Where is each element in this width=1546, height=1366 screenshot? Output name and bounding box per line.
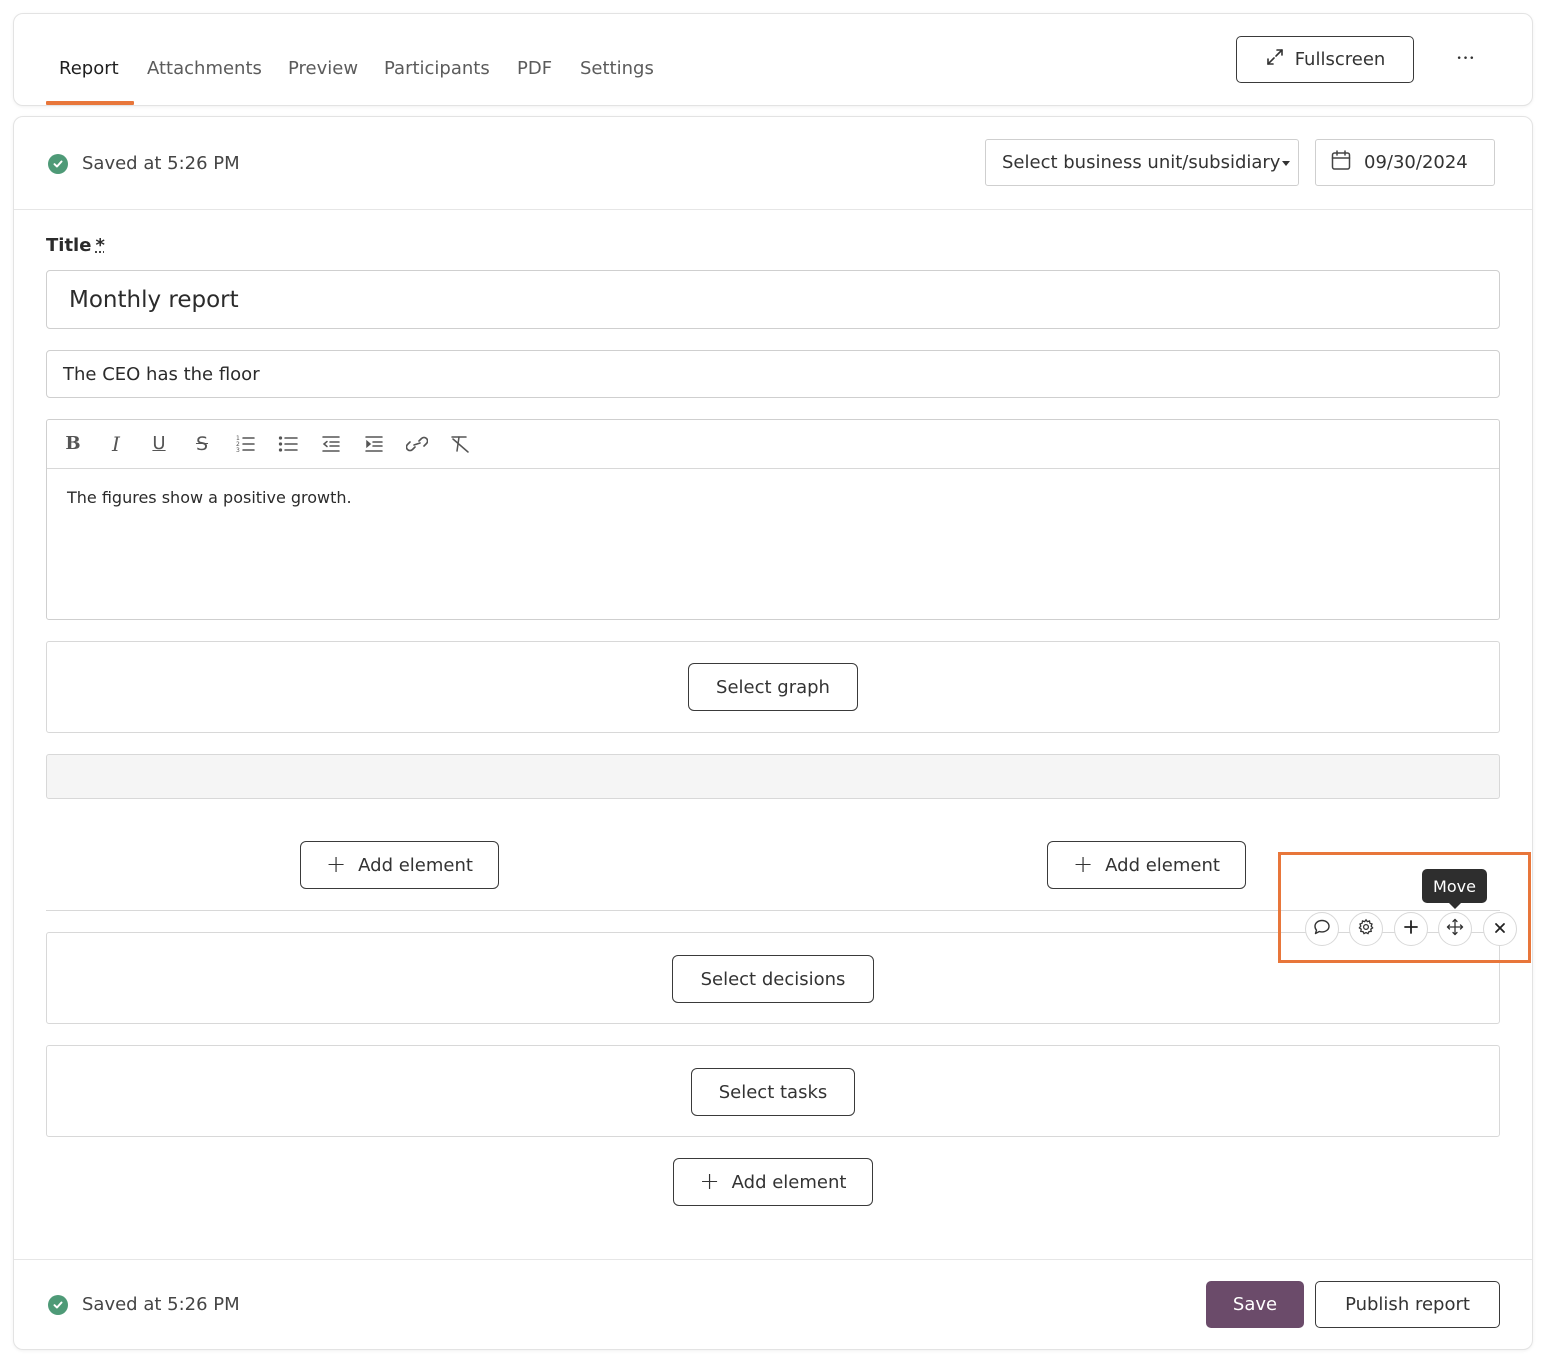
graph-block: Select graph bbox=[46, 641, 1500, 733]
add-element-label: Add element bbox=[358, 854, 473, 876]
element-settings-button[interactable] bbox=[1349, 912, 1383, 946]
tab-report[interactable]: Report bbox=[59, 60, 119, 78]
calendar-icon bbox=[1330, 149, 1352, 176]
date-picker[interactable]: 09/30/2024 bbox=[1315, 139, 1495, 186]
title-label: Title * bbox=[46, 235, 105, 256]
editor-toolbar: B I U S 1 2 3 bbox=[47, 420, 1499, 469]
settings-icon bbox=[1357, 918, 1375, 940]
title-label-text: Title bbox=[46, 235, 92, 256]
close-icon bbox=[1493, 920, 1507, 939]
indent-icon[interactable] bbox=[362, 432, 386, 456]
bold-icon[interactable]: B bbox=[61, 432, 85, 456]
move-icon bbox=[1446, 918, 1464, 940]
add-element-button-bottom[interactable]: + Add element bbox=[673, 1158, 873, 1206]
select-graph-button[interactable]: Select graph bbox=[688, 663, 858, 711]
clear-format-icon[interactable] bbox=[448, 432, 472, 456]
tasks-block: Select tasks bbox=[46, 1045, 1500, 1137]
plus-icon: + bbox=[699, 1167, 720, 1195]
business-unit-value: Select business unit/subsidiary bbox=[1002, 152, 1281, 173]
link-icon[interactable] bbox=[405, 432, 429, 456]
title-input-value: Monthly report bbox=[69, 286, 239, 313]
add-element-label: Add element bbox=[1105, 854, 1220, 876]
add-element-button-right[interactable]: + Add element bbox=[1047, 841, 1246, 889]
rich-text-editor[interactable]: B I U S 1 2 3 The figures show a positiv… bbox=[46, 419, 1500, 620]
header-divider bbox=[14, 209, 1532, 210]
tab-pdf[interactable]: PDF bbox=[517, 60, 552, 78]
date-value: 09/30/2024 bbox=[1364, 152, 1468, 173]
tabs-bar: Report Attachments Preview Participants … bbox=[13, 13, 1533, 106]
remove-element-button[interactable] bbox=[1483, 912, 1517, 946]
title-input[interactable]: Monthly report bbox=[46, 270, 1500, 329]
plus-icon: + bbox=[1073, 850, 1094, 878]
comment-button[interactable] bbox=[1305, 912, 1339, 946]
underline-icon[interactable]: U bbox=[147, 432, 171, 456]
strikethrough-icon[interactable]: S bbox=[190, 432, 214, 456]
save-button[interactable]: Save bbox=[1206, 1281, 1304, 1328]
caret-down-icon bbox=[1282, 161, 1290, 166]
tab-attachments[interactable]: Attachments bbox=[147, 60, 262, 78]
ordered-list-icon[interactable]: 1 2 3 bbox=[233, 432, 257, 456]
required-mark: * bbox=[95, 235, 105, 256]
expand-icon bbox=[1265, 47, 1285, 72]
report-editor-card: Saved at 5:26 PM Select business unit/su… bbox=[13, 116, 1533, 1350]
add-element-button-left[interactable]: + Add element bbox=[300, 841, 499, 889]
svg-text:3: 3 bbox=[236, 447, 240, 453]
subtitle-input[interactable]: The CEO has the floor bbox=[46, 350, 1500, 398]
footer-save-status: Saved at 5:26 PM bbox=[48, 1294, 240, 1315]
comment-icon bbox=[1313, 918, 1331, 940]
outdent-icon[interactable] bbox=[319, 432, 343, 456]
italic-icon[interactable]: I bbox=[104, 432, 128, 456]
save-status: Saved at 5:26 PM bbox=[48, 153, 240, 174]
check-circle-icon bbox=[48, 1294, 68, 1315]
subtitle-input-value: The CEO has the floor bbox=[63, 363, 260, 385]
move-button[interactable] bbox=[1438, 912, 1472, 946]
tab-settings[interactable]: Settings bbox=[580, 60, 654, 78]
active-tab-indicator bbox=[46, 101, 134, 105]
element-controls-highlight bbox=[1278, 852, 1531, 963]
footer-save-status-text: Saved at 5:26 PM bbox=[82, 1294, 240, 1315]
tab-participants[interactable]: Participants bbox=[384, 60, 490, 78]
more-horizontal-icon: ••• bbox=[1456, 54, 1476, 64]
empty-block bbox=[46, 754, 1500, 799]
save-status-text: Saved at 5:26 PM bbox=[82, 153, 240, 174]
more-options-button[interactable]: ••• bbox=[1448, 44, 1484, 74]
fullscreen-button[interactable]: Fullscreen bbox=[1236, 36, 1414, 83]
select-decisions-button[interactable]: Select decisions bbox=[672, 955, 874, 1003]
plus-icon: + bbox=[326, 850, 347, 878]
footer-divider bbox=[14, 1259, 1532, 1260]
business-unit-select[interactable]: Select business unit/subsidiary bbox=[985, 139, 1299, 186]
move-tooltip: Move bbox=[1422, 869, 1487, 909]
check-circle-icon bbox=[48, 153, 68, 174]
fullscreen-label: Fullscreen bbox=[1294, 49, 1386, 70]
select-tasks-button[interactable]: Select tasks bbox=[691, 1068, 855, 1116]
add-element-label: Add element bbox=[731, 1171, 847, 1193]
add-button[interactable] bbox=[1394, 912, 1428, 946]
tab-preview[interactable]: Preview bbox=[288, 60, 358, 78]
publish-report-button[interactable]: Publish report bbox=[1315, 1281, 1500, 1328]
bullet-list-icon[interactable] bbox=[276, 432, 300, 456]
editor-content[interactable]: The figures show a positive growth. bbox=[47, 469, 1499, 526]
plus-icon bbox=[1403, 919, 1419, 939]
